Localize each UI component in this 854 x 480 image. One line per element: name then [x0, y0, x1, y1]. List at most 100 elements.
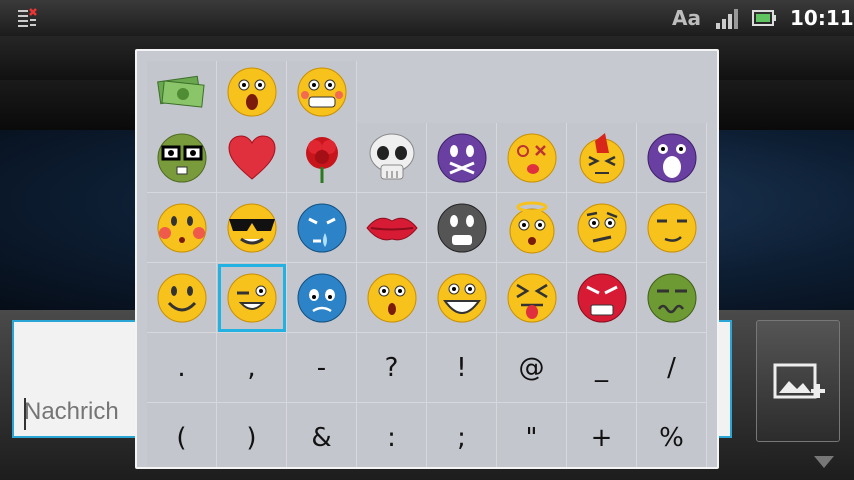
emoji-mohawk[interactable] — [567, 123, 637, 193]
symbol-key[interactable]: & — [287, 403, 357, 467]
emoji-screaming[interactable] — [637, 123, 707, 193]
emoji-lips[interactable] — [357, 193, 427, 263]
symbol-key[interactable]: ? — [357, 333, 427, 403]
symbol-label: , — [247, 352, 256, 383]
emoji-dizzy[interactable] — [497, 123, 567, 193]
zipped-mouth-icon — [437, 133, 486, 182]
emoji-picker-panel: . , - ? ! @ _ / ( ) & : ; " + % — [135, 49, 719, 469]
emoji-heart[interactable] — [217, 123, 287, 193]
emoji-neutral[interactable] — [427, 193, 497, 263]
symbol-label: " — [525, 422, 538, 453]
symbol-row-2: ( ) & : ; " + % — [147, 403, 709, 467]
symbol-label: ? — [384, 352, 399, 383]
emoji-row-recent — [147, 61, 709, 123]
grimace-icon — [297, 67, 346, 117]
emoji-grimace[interactable] — [287, 61, 357, 123]
shocked-icon — [227, 67, 276, 117]
symbol-key[interactable]: , — [217, 333, 287, 403]
symbol-key[interactable]: " — [497, 403, 567, 467]
emoji-surprised[interactable] — [357, 263, 427, 333]
battery-icon — [752, 10, 776, 26]
emoji-row-3 — [147, 263, 709, 333]
crying-icon — [297, 203, 346, 252]
emoji-smirk[interactable] — [637, 193, 707, 263]
dizzy-icon — [507, 133, 556, 182]
symbol-label: - — [316, 352, 327, 383]
emoji-nerd[interactable] — [147, 123, 217, 193]
emoji-crying[interactable] — [287, 193, 357, 263]
lips-icon — [365, 217, 418, 240]
add-image-icon — [773, 363, 825, 399]
blushing-icon — [157, 203, 206, 252]
emoji-cool[interactable] — [217, 193, 287, 263]
neutral-icon — [437, 203, 486, 252]
symbol-key[interactable]: ! — [427, 333, 497, 403]
emoji-blushing[interactable] — [147, 193, 217, 263]
emoji-sad-blue[interactable] — [287, 263, 357, 333]
emoji-skull[interactable] — [357, 123, 427, 193]
symbol-key[interactable]: / — [637, 333, 707, 403]
symbol-label: . — [177, 352, 186, 383]
symbol-label: ! — [456, 352, 467, 383]
emoji-angel[interactable] — [497, 193, 567, 263]
symbol-key[interactable]: - — [287, 333, 357, 403]
thinking-icon — [577, 203, 626, 252]
surprised-icon — [367, 273, 416, 322]
symbol-label: : — [387, 422, 396, 453]
emoji-rose[interactable] — [287, 123, 357, 193]
grinning-icon — [437, 273, 486, 322]
symbol-key[interactable]: ( — [147, 403, 217, 467]
symbol-key[interactable]: _ — [567, 333, 637, 403]
emoji-row-2 — [147, 193, 709, 263]
heart-icon — [227, 134, 276, 180]
emoji-smile[interactable] — [147, 263, 217, 333]
winking-icon — [227, 273, 276, 322]
emoji-money[interactable] — [147, 61, 217, 123]
emoji-row-1 — [147, 123, 709, 193]
symbol-label: & — [311, 422, 332, 453]
emoji-angry[interactable] — [567, 263, 637, 333]
symbol-label: ( — [176, 422, 187, 453]
status-bar: Aa 10:11 — [0, 0, 854, 37]
symbol-row-1: . , - ? ! @ _ / — [147, 333, 709, 403]
emoji-winking[interactable] — [217, 263, 287, 333]
symbol-key[interactable]: : — [357, 403, 427, 467]
screaming-icon — [647, 133, 696, 182]
symbol-key[interactable]: + — [567, 403, 637, 467]
angel-icon — [509, 201, 554, 253]
signal-icon — [716, 9, 738, 29]
nerd-icon — [157, 133, 206, 182]
status-time: 10:11 — [790, 6, 854, 30]
emoji-thinking[interactable] — [567, 193, 637, 263]
tongue-out-icon — [507, 273, 556, 322]
cool-icon — [227, 203, 276, 252]
money-icon — [156, 75, 205, 108]
attach-image-button[interactable] — [756, 320, 840, 442]
symbol-key[interactable]: @ — [497, 333, 567, 403]
smirk-icon — [647, 203, 696, 252]
symbol-label: ; — [457, 422, 466, 453]
emoji-shocked[interactable] — [217, 61, 287, 123]
smile-icon — [157, 273, 206, 322]
symbol-label: / — [667, 352, 676, 383]
symbol-key[interactable]: % — [637, 403, 707, 467]
popup-pointer — [814, 456, 834, 468]
symbol-key[interactable]: . — [147, 333, 217, 403]
sick-icon — [647, 273, 696, 322]
emoji-zipped-mouth[interactable] — [427, 123, 497, 193]
emoji-tongue-out[interactable] — [497, 263, 567, 333]
symbol-key[interactable]: ; — [427, 403, 497, 467]
symbol-key[interactable]: ) — [217, 403, 287, 467]
symbol-label: @ — [518, 352, 545, 383]
mohawk-icon — [579, 132, 624, 183]
emoji-grinning[interactable] — [427, 263, 497, 333]
symbol-label: + — [590, 422, 613, 453]
skull-icon — [369, 133, 414, 179]
rose-icon — [305, 136, 338, 183]
symbol-label: _ — [595, 352, 608, 383]
notification-icon — [18, 8, 37, 27]
symbol-label: ) — [246, 422, 257, 453]
symbol-label: % — [659, 422, 684, 453]
emoji-sick[interactable] — [637, 263, 707, 333]
font-indicator: Aa — [672, 6, 701, 30]
